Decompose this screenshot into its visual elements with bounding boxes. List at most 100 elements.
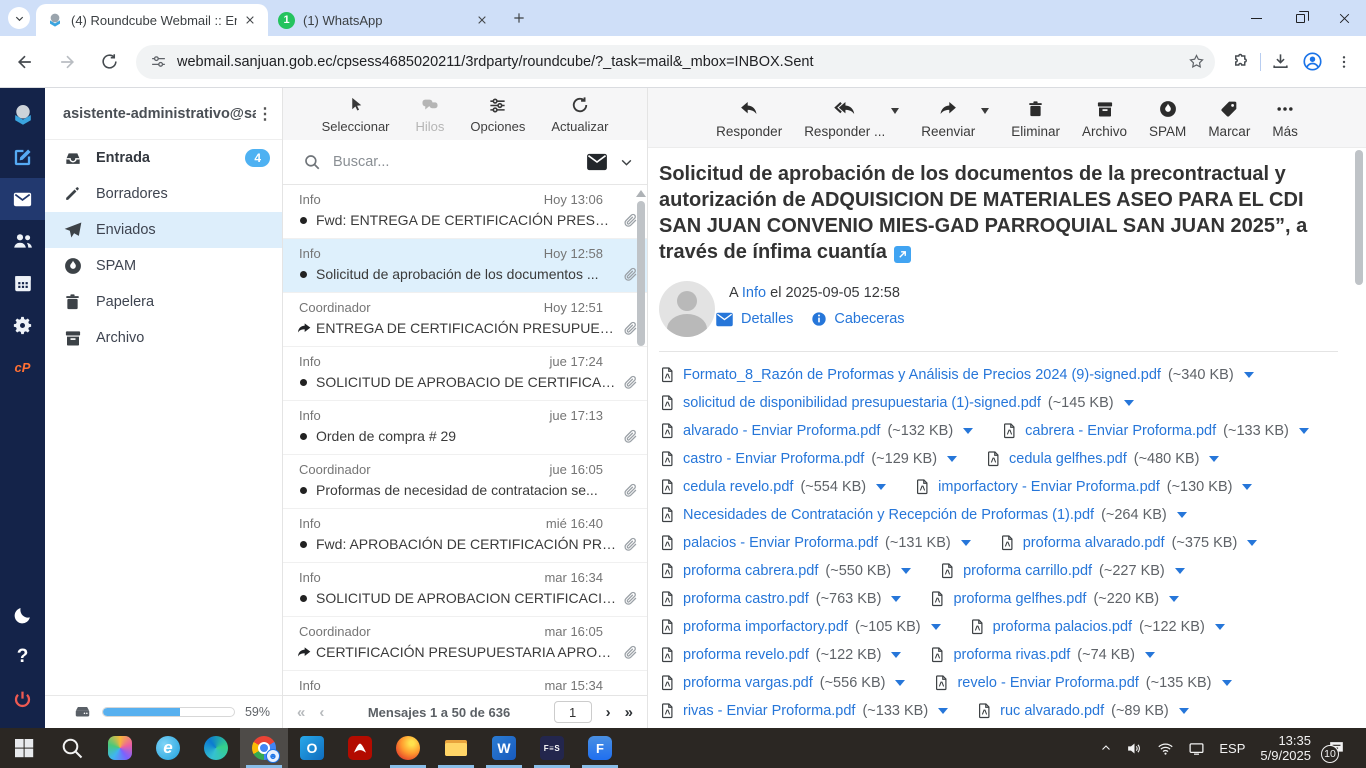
taskbar-fes-app[interactable]: F≡S [528,728,576,768]
tab-close-icon[interactable] [473,12,490,29]
attachment-name-link[interactable]: proforma alvarado.pdf [1023,535,1165,551]
taskbar-copilot[interactable] [96,728,144,768]
attachment-name-link[interactable]: solicitud de disponibilidad presupuestar… [683,395,1041,411]
message-row[interactable]: Coordinador jue 16:05 Proformas de neces… [283,455,647,509]
attachment-menu-caret-icon[interactable] [1179,708,1189,714]
message-row[interactable]: Info jue 17:24 SOLICITUD DE APROBACIO DE… [283,347,647,401]
view-toolbar-replyall-button[interactable]: Responder ... [804,96,885,139]
message-row[interactable]: Info mié 16:40 Fwd: APROBACIÓN DE CERTIF… [283,509,647,563]
url-text[interactable]: webmail.sanjuan.gob.ec/cpsess4685020211/… [177,54,1183,70]
attachment-name-link[interactable]: rivas - Enviar Proforma.pdf [683,703,855,719]
last-page-button[interactable]: » [625,704,633,721]
folder-item-papelera[interactable]: Papelera [45,284,282,320]
message-row[interactable]: Coordinador Hoy 12:51 ENTREGA DE CERTIFI… [283,293,647,347]
view-toolbar-archive-button[interactable]: Archivo [1082,96,1127,139]
attachment-menu-caret-icon[interactable] [1215,624,1225,630]
attachment-menu-caret-icon[interactable] [1175,568,1185,574]
attachment-name-link[interactable]: revelo - Enviar Proforma.pdf [957,675,1138,691]
folder-item-archivo[interactable]: Archivo [45,320,282,356]
wifi-icon[interactable] [1150,728,1181,768]
attachment-menu-caret-icon[interactable] [931,624,941,630]
list-toolbar-threads-button[interactable]: Hilos [416,93,445,134]
folder-item-borradores[interactable]: Borradores [45,176,282,212]
attachment-name-link[interactable]: alvarado - Enviar Proforma.pdf [683,423,880,439]
attachment-menu-caret-icon[interactable] [876,484,886,490]
list-toolbar-pointer-button[interactable]: Seleccionar [322,93,390,134]
attachment-name-link[interactable]: proforma gelfhes.pdf [953,591,1086,607]
next-page-button[interactable]: › [606,704,611,721]
attachment-name-link[interactable]: castro - Enviar Proforma.pdf [683,451,864,467]
view-toolbar-trash-button[interactable]: Eliminar [1011,96,1060,139]
attachment-menu-caret-icon[interactable] [961,540,971,546]
attachment-menu-caret-icon[interactable] [891,652,901,658]
message-row[interactable]: Info mar 16:34 SOLICITUD DE APROBACION C… [283,563,647,617]
search-input[interactable] [333,154,586,170]
taskbar-chrome[interactable]: ☻ [240,728,288,768]
attachment-menu-caret-icon[interactable] [895,680,905,686]
recipient-link[interactable]: Info [742,285,766,301]
attachment-menu-caret-icon[interactable] [1244,372,1254,378]
browser-tab-roundcube[interactable]: (4) Roundcube Webmail :: Envia [36,4,268,36]
attachment-name-link[interactable]: proforma vargas.pdf [683,675,813,691]
view-toolbar-more-button[interactable]: Más [1272,96,1298,139]
attachment-name-link[interactable]: proforma carrillo.pdf [963,563,1092,579]
logout-power-icon[interactable] [0,678,45,720]
forward-button[interactable] [50,45,84,79]
attachment-menu-caret-icon[interactable] [1177,512,1187,518]
attachment-name-link[interactable]: proforma palacios.pdf [993,619,1132,635]
folder-item-spam[interactable]: SPAM [45,248,282,284]
message-row[interactable]: Info Hoy 13:06 Fwd: ENTREGA DE CERTIFICA… [283,185,647,239]
view-scrollbar-thumb[interactable] [1355,150,1363,285]
calendar-icon[interactable] [0,262,45,304]
profile-icon[interactable] [1296,46,1328,78]
taskbar-windows-start[interactable] [0,728,48,768]
taskbar-firefox[interactable] [384,728,432,768]
attachment-name-link[interactable]: cedula gelfhes.pdf [1009,451,1127,467]
attachment-name-link[interactable]: Necesidades de Contratación y Recepción … [683,507,1094,523]
list-toolbar-refresh-button[interactable]: Actualizar [551,93,608,134]
attachment-menu-caret-icon[interactable] [1222,680,1232,686]
search-options-chevron-icon[interactable] [620,156,633,169]
settings-gear-icon[interactable] [0,304,45,346]
view-toolbar-forward-button[interactable]: Reenviar [921,96,975,139]
taskbar-acrobat[interactable] [336,728,384,768]
attachment-menu-caret-icon[interactable] [1124,400,1134,406]
cpanel-logo[interactable]: cP [0,346,45,388]
tray-expand-chevron-icon[interactable] [1093,728,1119,768]
site-settings-icon[interactable] [150,53,167,70]
attachment-menu-caret-icon[interactable] [901,568,911,574]
list-toolbar-options-button[interactable]: Opciones [470,93,525,134]
message-row[interactable]: Info mar 15:34 [283,671,647,695]
contacts-icon[interactable] [0,220,45,262]
attachment-name-link[interactable]: palacios - Enviar Proforma.pdf [683,535,878,551]
attachment-name-link[interactable]: cabrera - Enviar Proforma.pdf [1025,423,1216,439]
message-row[interactable]: Info Hoy 12:58 Solicitud de aprobación d… [283,239,647,293]
compose-icon[interactable] [0,136,45,178]
attachment-name-link[interactable]: ruc alvarado.pdf [1000,703,1104,719]
account-menu-icon[interactable]: ⋮ [256,104,274,124]
minimize-button[interactable] [1234,0,1278,36]
search-scope-envelope-icon[interactable] [586,153,608,171]
extensions-icon[interactable] [1225,46,1257,78]
dropdown-caret-icon[interactable] [981,108,989,114]
notifications-icon[interactable]: 10 [1319,728,1360,768]
attachment-menu-caret-icon[interactable] [947,456,957,462]
scroll-up-arrow[interactable] [636,190,646,197]
dark-mode-moon-icon[interactable] [0,594,45,636]
clock[interactable]: 13:35 5/9/2025 [1252,733,1319,763]
attachment-name-link[interactable]: proforma imporfactory.pdf [683,619,848,635]
open-external-icon[interactable] [894,246,911,263]
attachment-menu-caret-icon[interactable] [1242,484,1252,490]
list-scrollbar[interactable] [636,188,646,692]
message-row[interactable]: Coordinador mar 16:05 CERTIFICACIÓN PRES… [283,617,647,671]
view-toolbar-tag-button[interactable]: Marcar [1208,96,1250,139]
attachment-name-link[interactable]: Formato_8_Razón de Proformas y Análisis … [683,367,1161,383]
taskbar-internet-explorer[interactable]: e [144,728,192,768]
attachment-name-link[interactable]: proforma castro.pdf [683,591,809,607]
taskbar-search[interactable] [48,728,96,768]
language-indicator[interactable]: ESP [1212,728,1252,768]
folder-item-enviados[interactable]: Enviados [45,212,282,248]
browser-menu-icon[interactable] [1328,46,1360,78]
attachment-name-link[interactable]: proforma rivas.pdf [953,647,1070,663]
tab-close-icon[interactable] [241,12,258,29]
